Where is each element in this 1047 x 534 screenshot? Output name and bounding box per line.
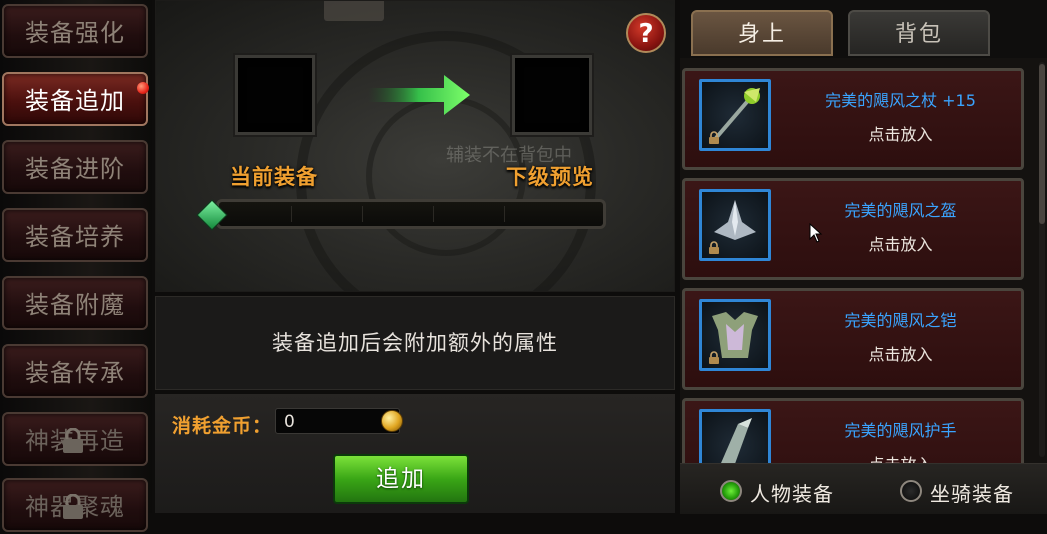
equipment-name: 完美的飓风之铠 [844,311,957,330]
append-button[interactable]: 追加 [333,454,469,504]
menu-item-label: 装备进阶 [25,155,125,183]
place-in-action[interactable]: 点击放入 [780,341,1021,365]
menu-item-label: 装备附魔 [25,291,125,319]
filter-character-radio[interactable] [720,480,742,502]
menu-item-append[interactable]: 装备追加 [2,72,149,126]
description-panel: 装备追加后会附加额外的属性 [155,296,675,390]
menu-item-cultivate[interactable]: 装备培养 [2,208,148,262]
equipment-name: 完美的飓风护手 [844,421,957,440]
bound-lock-icon [709,241,719,254]
menu-item-advance[interactable]: 装备进阶 [2,140,148,194]
current-equipment-label: 当前装备 [230,165,318,189]
menu-item-label: 装备传承 [25,359,125,387]
gold-coin-icon [381,410,403,432]
append-progress-bar [216,199,606,229]
menu-item-label: 装备追加 [25,87,125,115]
equipment-name: 完美的飓风之盔 [844,201,957,220]
bound-lock-icon [709,131,719,144]
equipment-filter-bar: 人物装备 坐骑装备 [680,463,1047,514]
next-preview-label: 下级预览 [506,165,594,189]
list-scrollbar-thumb[interactable] [1039,64,1045,224]
bound-lock-icon [709,351,719,364]
current-equipment-slot[interactable] [235,55,315,135]
inventory-panel: 身上 背包 完美的飓风之杖 +15 点击放入 完美的飓风之盔 点击放入 完美的飓… [680,0,1047,513]
mouse-cursor-icon [809,223,823,243]
menu-item-remake[interactable]: 神装再造 [2,412,148,466]
progress-divider [504,206,505,222]
append-preview-panel: ? 辅装不在背包中 当前装备 下级预览 [155,0,675,292]
place-in-action[interactable]: 点击放入 [780,451,1021,463]
equipment-card[interactable]: 完美的飓风之盔 点击放入 [682,178,1024,280]
notification-dot [137,82,149,94]
progress-divider [433,206,434,222]
filter-character-label[interactable]: 人物装备 [750,478,834,507]
emblem-decoration [324,1,384,21]
help-button[interactable]: ? [626,13,666,53]
menu-item-enhance[interactable]: 装备强化 [2,4,148,58]
progress-divider [362,206,363,222]
equipment-card[interactable]: 完美的飓风护手 点击放入 [682,398,1024,463]
lock-icon [63,494,83,519]
gauntlet-icon [699,409,771,463]
lock-icon [63,428,83,453]
filter-mount-label[interactable]: 坐骑装备 [930,478,1014,507]
tab-equipped[interactable]: 身上 [691,10,833,56]
menu-item-inherit[interactable]: 装备传承 [2,344,148,398]
filter-mount-radio[interactable] [900,480,922,502]
equipment-list: 完美的飓风之杖 +15 点击放入 完美的飓风之盔 点击放入 完美的飓风之铠 点击… [680,58,1047,463]
progress-divider [291,206,292,222]
menu-item-label: 装备强化 [25,19,125,47]
tab-bag[interactable]: 背包 [848,10,990,56]
equipment-card[interactable]: 完美的飓风之杖 +15 点击放入 [682,68,1024,170]
menu-item-label: 装备培养 [25,223,125,251]
equipment-name: 完美的飓风之杖 +15 [825,91,976,110]
arrow-right-icon [368,75,470,115]
place-in-action[interactable]: 点击放入 [780,121,1021,145]
menu-item-soul[interactable]: 神器聚魂 [2,478,148,532]
next-preview-slot [512,55,592,135]
menu-item-enchant[interactable]: 装备附魔 [2,276,148,330]
cost-panel: 消耗金币： 0 追加 [155,394,675,513]
enhance-menu: 装备强化 装备追加 装备进阶 装备培养 装备附魔 装备传承 神装再造 神器聚魂 [0,0,152,532]
rune-circle-decoration [366,96,526,256]
append-description: 装备追加后会附加额外的属性 [272,331,558,355]
gold-cost-label: 消耗金币： [172,415,273,437]
equipment-card[interactable]: 完美的飓风之铠 点击放入 [682,288,1024,390]
